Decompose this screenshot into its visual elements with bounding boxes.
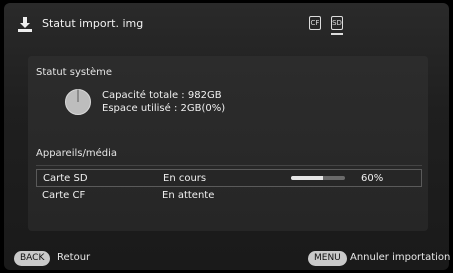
progress-percent: 60%: [361, 173, 384, 184]
device-row-cf[interactable]: Carte CF En attente: [36, 187, 422, 205]
sd-card-active-indicator: [331, 33, 343, 35]
cancel-import-label: Annuler importation: [350, 252, 451, 263]
import-progress-bar: [291, 176, 345, 180]
device-status: En cours: [163, 173, 207, 184]
devices-media-title: Appareils/média: [36, 148, 117, 159]
disk-usage-pie-icon: [65, 89, 91, 115]
menu-button[interactable]: MENU: [308, 251, 347, 266]
system-status-title: Statut système: [36, 67, 113, 78]
cf-card-icon: CF: [309, 16, 321, 30]
back-button[interactable]: BACK: [14, 251, 51, 266]
total-capacity-text: Capacité totale : 982GB: [102, 90, 222, 101]
devices-divider: [36, 165, 422, 166]
device-name: Carte CF: [42, 190, 86, 201]
used-space-text: Espace utilisé : 2GB(0%): [102, 103, 226, 114]
header-bar: Statut import. img CF SD: [4, 3, 449, 43]
page-title: Statut import. img: [42, 17, 144, 30]
device-status: En attente: [162, 190, 215, 201]
device-row-sd[interactable]: Carte SD En cours 60%: [36, 169, 422, 187]
usb-import-icon: [18, 17, 32, 32]
import-progress-fill: [291, 176, 324, 180]
sd-card-icon: SD: [331, 16, 343, 30]
device-name: Carte SD: [43, 173, 88, 184]
back-label: Retour: [57, 252, 91, 263]
